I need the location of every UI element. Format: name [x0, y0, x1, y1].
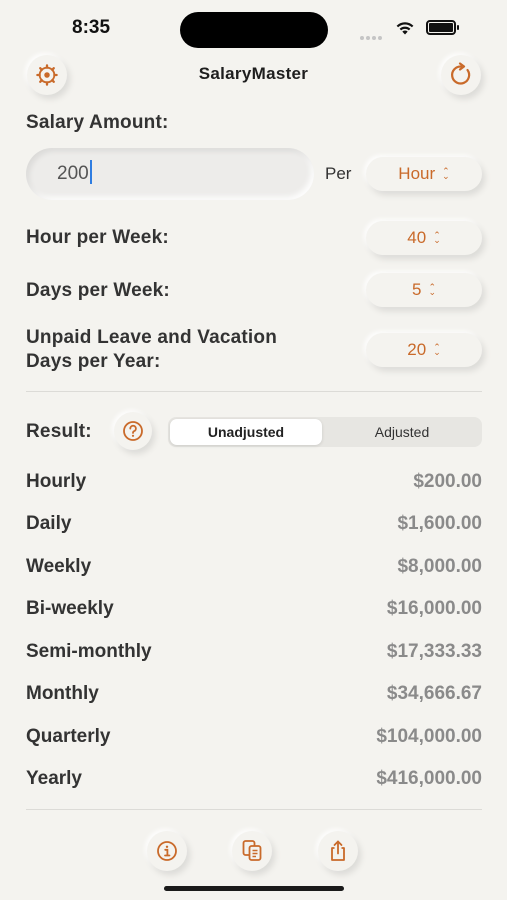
page-title: SalaryMaster	[198, 64, 309, 83]
days-per-week-value: 5	[411, 280, 422, 299]
divider	[26, 809, 482, 810]
result-row-value: $200.00	[413, 471, 482, 492]
days-per-week-label: Days per Week:	[26, 280, 170, 301]
result-row-label: Hourly	[26, 471, 87, 492]
result-row-label: Monthly	[26, 683, 99, 704]
salary-amount-label: Salary Amount:	[26, 112, 169, 133]
result-row-value: $34,666.67	[386, 683, 482, 704]
wifi-icon	[396, 22, 414, 35]
refresh-icon	[451, 62, 471, 85]
per-label: Per	[325, 164, 352, 183]
unpaid-leave-label-line1: Unpaid Leave and Vacation	[26, 327, 278, 348]
result-row-value: $16,000.00	[386, 598, 482, 619]
chevron-up-down-icon: ⌃ ⌄	[433, 342, 441, 357]
hours-per-week-picker[interactable]: 40 ⌃ ⌄	[366, 221, 482, 255]
result-help-button[interactable]	[114, 412, 152, 450]
copy-button[interactable]	[232, 831, 272, 871]
result-row-label: Daily	[26, 513, 72, 534]
hours-per-week-label: Hour per Week:	[26, 227, 169, 248]
battery-icon	[426, 20, 459, 35]
result-label: Result:	[26, 421, 92, 442]
dynamic-island	[180, 12, 328, 48]
unpaid-leave-label: Unpaid Leave and Vacation Days per Year:	[26, 326, 277, 374]
result-row-label: Weekly	[26, 556, 92, 577]
info-button[interactable]	[147, 831, 187, 871]
info-icon	[157, 841, 177, 861]
result-row-value: $8,000.00	[397, 556, 482, 577]
unpaid-leave-value: 20	[407, 340, 427, 359]
days-per-week-picker[interactable]: 5 ⌃ ⌄	[366, 273, 482, 307]
copy-icon	[242, 840, 262, 861]
share-icon	[331, 840, 345, 861]
period-value: Hour	[398, 164, 436, 183]
result-row-value: $416,000.00	[376, 768, 482, 789]
tab-adjusted[interactable]: Adjusted	[324, 419, 480, 445]
hours-per-week-value: 40	[407, 228, 427, 247]
text-cursor	[89, 160, 92, 185]
result-row-label: Quarterly	[26, 726, 111, 747]
result-row-label: Bi-weekly	[26, 598, 114, 619]
result-row-value: $1,600.00	[397, 513, 482, 534]
unpaid-leave-label-line2: Days per Year:	[26, 351, 161, 372]
reset-button[interactable]	[441, 55, 481, 95]
result-row-label: Semi-monthly	[26, 641, 152, 662]
status-time: 8:35	[72, 17, 111, 38]
status-indicators	[360, 18, 462, 40]
result-row-value: $104,000.00	[376, 726, 482, 747]
home-indicator	[164, 886, 344, 891]
chevron-up-down-icon: ⌃ ⌄	[428, 282, 436, 297]
divider	[26, 391, 482, 392]
result-row-label: Yearly	[26, 768, 82, 789]
period-picker[interactable]: Hour ⌃ ⌄	[366, 157, 482, 191]
signal-icon	[360, 27, 384, 40]
share-button[interactable]	[318, 831, 358, 871]
unpaid-leave-picker[interactable]: 20 ⌃ ⌄	[366, 333, 482, 367]
result-row-value: $17,333.33	[386, 641, 482, 662]
salary-amount-input[interactable]: 200	[26, 148, 314, 200]
chevron-up-down-icon: ⌃ ⌄	[442, 166, 450, 181]
tab-unadjusted[interactable]: Unadjusted	[170, 419, 322, 445]
chevron-up-down-icon: ⌃ ⌄	[433, 230, 441, 245]
question-icon	[123, 421, 143, 441]
result-mode-segmented-control: Unadjusted Adjusted	[168, 417, 482, 447]
salary-amount-value: 200	[57, 163, 89, 184]
